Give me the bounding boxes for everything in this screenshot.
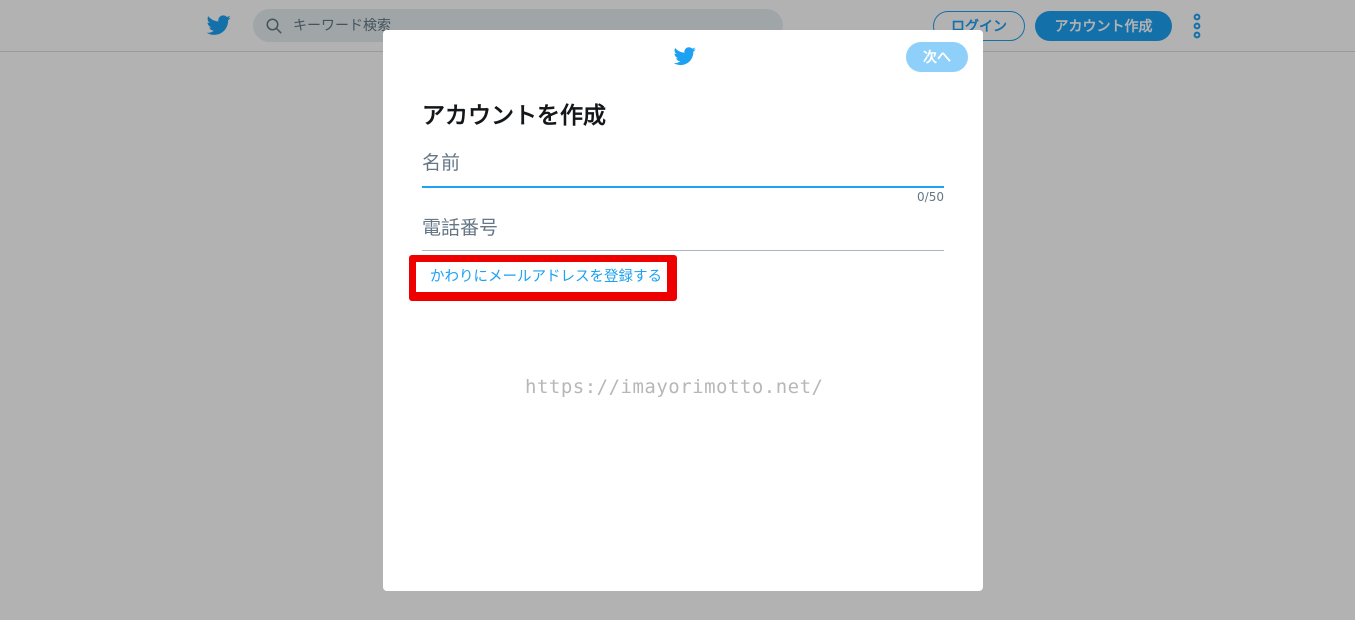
highlight-annotation-inner: かわりにメールアドレスを登録する — [416, 262, 667, 292]
use-email-instead-link[interactable]: かわりにメールアドレスを登録する — [430, 262, 662, 292]
highlight-annotation: かわりにメールアドレスを登録する — [409, 255, 677, 301]
create-account-modal: 次へ アカウントを作成 0/50 かわりにメールアドレスを登録する https:… — [383, 30, 983, 591]
watermark-text: https://imayorimotto.net/ — [525, 376, 824, 398]
modal-title: アカウントを作成 — [422, 103, 606, 129]
phone-input[interactable] — [422, 212, 944, 244]
name-char-counter: 0/50 — [917, 190, 944, 204]
phone-field-group — [422, 212, 944, 251]
next-button[interactable]: 次へ — [906, 42, 968, 72]
phone-field-underline — [422, 250, 944, 251]
twitter-bird-icon — [673, 47, 696, 66]
name-field-group — [422, 147, 944, 188]
name-field-underline — [422, 186, 944, 188]
name-input[interactable] — [422, 147, 944, 179]
